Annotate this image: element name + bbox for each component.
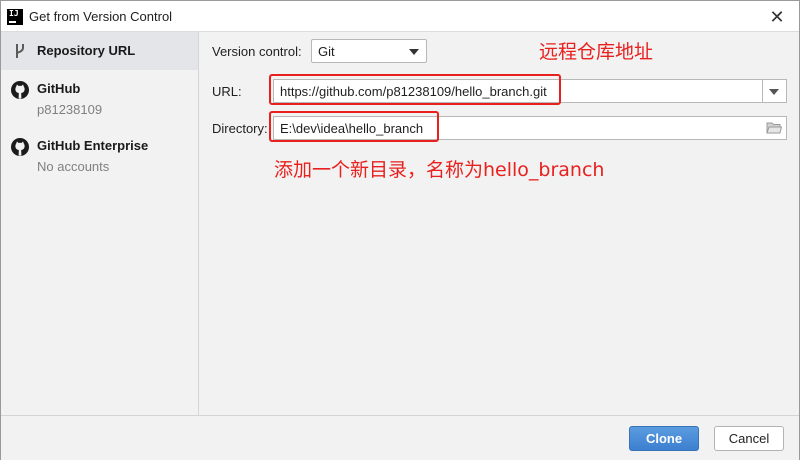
cancel-button[interactable]: Cancel xyxy=(714,426,784,451)
directory-input[interactable]: E:\dev\idea\hello_branch xyxy=(273,116,787,140)
sidebar-item-account: No accounts xyxy=(37,159,110,174)
window-title: Get from Version Control xyxy=(29,9,173,24)
sidebar-item-repository-url[interactable]: Repository URL xyxy=(1,32,198,70)
version-control-label: Version control: xyxy=(212,44,302,59)
github-icon xyxy=(11,138,29,156)
chevron-down-icon xyxy=(769,89,779,95)
url-history-dropdown[interactable] xyxy=(763,79,787,103)
clone-button[interactable]: Clone xyxy=(629,426,699,451)
url-label: URL: xyxy=(212,84,242,99)
sidebar: Repository URL GitHub p81238109 GitHub E… xyxy=(1,32,199,415)
version-control-value: Git xyxy=(318,44,335,59)
intellij-logo-icon: IJ xyxy=(7,9,23,25)
directory-value: E:\dev\idea\hello_branch xyxy=(280,121,424,136)
close-icon[interactable]: ✕ xyxy=(767,7,787,27)
annotation-remote-repo: 远程仓库地址 xyxy=(539,41,654,63)
sidebar-item-account: p81238109 xyxy=(37,102,103,117)
dialog-window: IJ Get from Version Control ✕ Repository… xyxy=(0,0,800,460)
annotation-new-directory: 添加一个新目录，名称为hello_branch xyxy=(274,159,605,181)
folder-icon[interactable] xyxy=(766,121,782,135)
github-icon xyxy=(11,81,29,99)
sidebar-item-github-enterprise[interactable]: GitHub Enterprise No accounts xyxy=(1,133,198,179)
url-input[interactable]: https://github.com/p81238109/hello_branc… xyxy=(273,79,763,103)
sidebar-item-label: Repository URL xyxy=(37,43,136,58)
title-bar: IJ Get from Version Control ✕ xyxy=(1,1,799,32)
chevron-down-icon xyxy=(409,49,419,55)
app-icon-text: IJ xyxy=(9,9,19,18)
sidebar-item-label: GitHub Enterprise xyxy=(37,138,149,153)
sidebar-item-label: GitHub xyxy=(37,81,81,96)
version-control-select[interactable]: Git xyxy=(311,39,427,63)
sidebar-item-github[interactable]: GitHub p81238109 xyxy=(1,76,198,122)
directory-label: Directory: xyxy=(212,121,268,136)
url-value: https://github.com/p81238109/hello_branc… xyxy=(280,84,547,99)
vcs-branch-icon xyxy=(16,44,24,58)
